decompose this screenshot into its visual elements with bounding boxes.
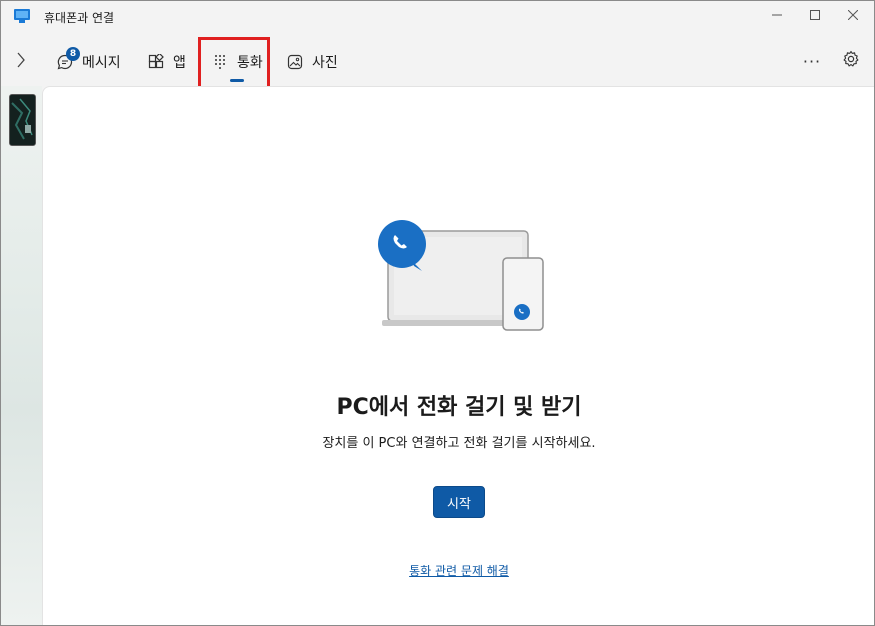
minimize-button[interactable] [759, 1, 795, 31]
start-button[interactable]: 시작 [433, 486, 485, 518]
expand-sidebar-button[interactable] [11, 51, 31, 73]
photo-icon [286, 53, 304, 71]
troubleshoot-calls-link[interactable]: 통화 관련 문제 해결 [1, 562, 874, 579]
phone-link-app-icon [13, 7, 31, 25]
close-icon [847, 9, 859, 23]
tab-messages[interactable]: 8 메시지 [56, 47, 121, 76]
app-window: 휴대폰과 연결 8 메시지 앱 통화 사진 ··· PC에서 전화 걸기 및 받… [0, 0, 875, 626]
close-button[interactable] [835, 1, 871, 31]
more-options-button[interactable]: ··· [801, 51, 823, 71]
gear-icon [842, 50, 860, 72]
chevron-right-icon [16, 52, 26, 72]
window-title: 휴대폰과 연결 [44, 11, 115, 25]
main-content-card [42, 86, 874, 625]
maximize-icon [810, 9, 820, 23]
tab-label-apps: 앱 [173, 55, 186, 71]
unread-count-badge: 8 [66, 47, 80, 61]
tab-apps[interactable]: 앱 [147, 48, 186, 76]
device-rail [1, 86, 42, 625]
title-bar: 휴대폰과 연결 [1, 1, 874, 31]
pc-phone-call-illustration [376, 219, 546, 334]
settings-button[interactable] [840, 50, 862, 72]
connected-phone-thumbnail[interactable] [9, 94, 36, 146]
tab-label-photos: 사진 [312, 55, 338, 71]
maximize-button[interactable] [797, 1, 833, 31]
minimize-icon [772, 9, 782, 23]
chat-icon: 8 [56, 47, 80, 71]
tab-label-messages: 메시지 [82, 55, 121, 71]
apps-icon [147, 53, 165, 71]
page-description: 장치를 이 PC와 연결하고 전화 걸기를 시작하세요. [322, 436, 596, 451]
tab-photos[interactable]: 사진 [286, 48, 338, 76]
page-headline: PC에서 전화 걸기 및 받기 [336, 395, 582, 420]
